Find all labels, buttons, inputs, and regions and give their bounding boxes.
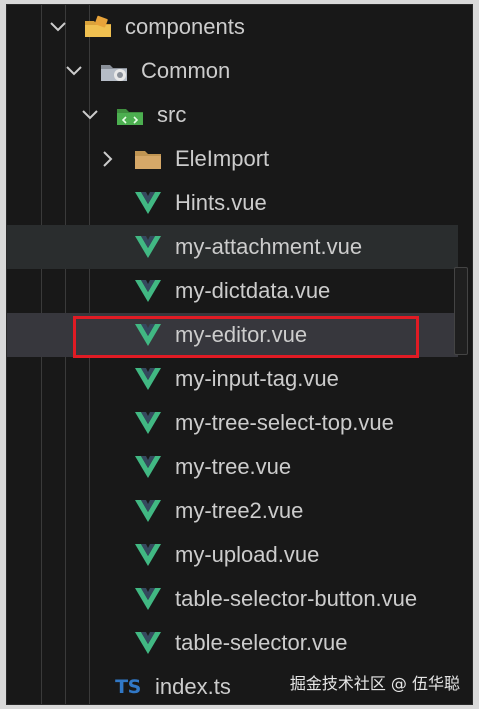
folder-common[interactable]: Common: [7, 49, 458, 93]
file-label: my-tree-select-top.vue: [175, 410, 394, 435]
file-my-attachment[interactable]: my-attachment.vue: [7, 225, 458, 269]
file-my-tree-select-top[interactable]: my-tree-select-top.vue: [7, 401, 458, 445]
file-table-selector[interactable]: table-selector.vue: [7, 621, 458, 665]
file-label: table-selector-button.vue: [175, 586, 418, 611]
vue-file-icon: [133, 278, 163, 304]
file-label: my-input-tag.vue: [175, 366, 339, 391]
file-my-editor[interactable]: my-editor.vue: [7, 313, 458, 357]
vue-file-icon: [133, 630, 163, 656]
components-folder-icon: [83, 14, 113, 40]
file-label: table-selector.vue: [175, 630, 348, 655]
watermark: 掘金技术社区 @ 伍华聪: [289, 674, 460, 693]
chevron-down-icon[interactable]: [77, 102, 103, 128]
file-my-upload[interactable]: my-upload.vue: [7, 533, 458, 577]
folder-eleimport[interactable]: EleImport: [7, 137, 458, 181]
file-label: my-editor.vue: [175, 322, 308, 347]
vue-file-icon: [133, 410, 163, 436]
scrollbar-thumb[interactable]: [454, 267, 468, 355]
file-my-input-tag[interactable]: my-input-tag.vue: [7, 357, 458, 401]
vue-file-icon: [133, 322, 163, 348]
file-table-selector-button[interactable]: table-selector-button.vue: [7, 577, 458, 621]
file-label: my-upload.vue: [175, 542, 320, 567]
file-my-tree[interactable]: my-tree.vue: [7, 445, 458, 489]
folder-label: src: [157, 102, 187, 127]
file-label: Hints.vue: [175, 190, 267, 215]
src-folder-icon: [115, 102, 145, 128]
file-label: my-attachment.vue: [175, 234, 363, 259]
file-label: my-tree.vue: [175, 454, 292, 479]
vue-file-icon: [133, 586, 163, 612]
common-folder-icon: [99, 58, 129, 84]
chevron-right-icon[interactable]: [95, 146, 121, 172]
file-label: my-dictdata.vue: [175, 278, 331, 303]
chevron-down-icon[interactable]: [45, 14, 71, 40]
folder-components[interactable]: components: [7, 5, 458, 49]
file-my-dictdata[interactable]: my-dictdata.vue: [7, 269, 458, 313]
file-my-tree2[interactable]: my-tree2.vue: [7, 489, 458, 533]
vue-file-icon: [133, 234, 163, 260]
folder-label: components: [125, 14, 245, 39]
file-label: my-tree2.vue: [175, 498, 304, 523]
chevron-down-icon[interactable]: [61, 58, 87, 84]
vue-file-icon: [133, 366, 163, 392]
vue-file-icon: [133, 542, 163, 568]
folder-src[interactable]: src: [7, 93, 458, 137]
folder-icon: [133, 146, 163, 172]
vue-file-icon: [133, 454, 163, 480]
folder-label: Common: [141, 58, 231, 83]
folder-label: EleImport: [175, 146, 270, 171]
vue-file-icon: [133, 498, 163, 524]
file-hints[interactable]: Hints.vue: [7, 181, 458, 225]
typescript-file-icon: TS: [115, 676, 141, 698]
explorer-panel: components Common src EleImport Hints.vu…: [6, 4, 473, 705]
vue-file-icon: [133, 190, 163, 216]
file-label: index.ts: [155, 674, 231, 699]
